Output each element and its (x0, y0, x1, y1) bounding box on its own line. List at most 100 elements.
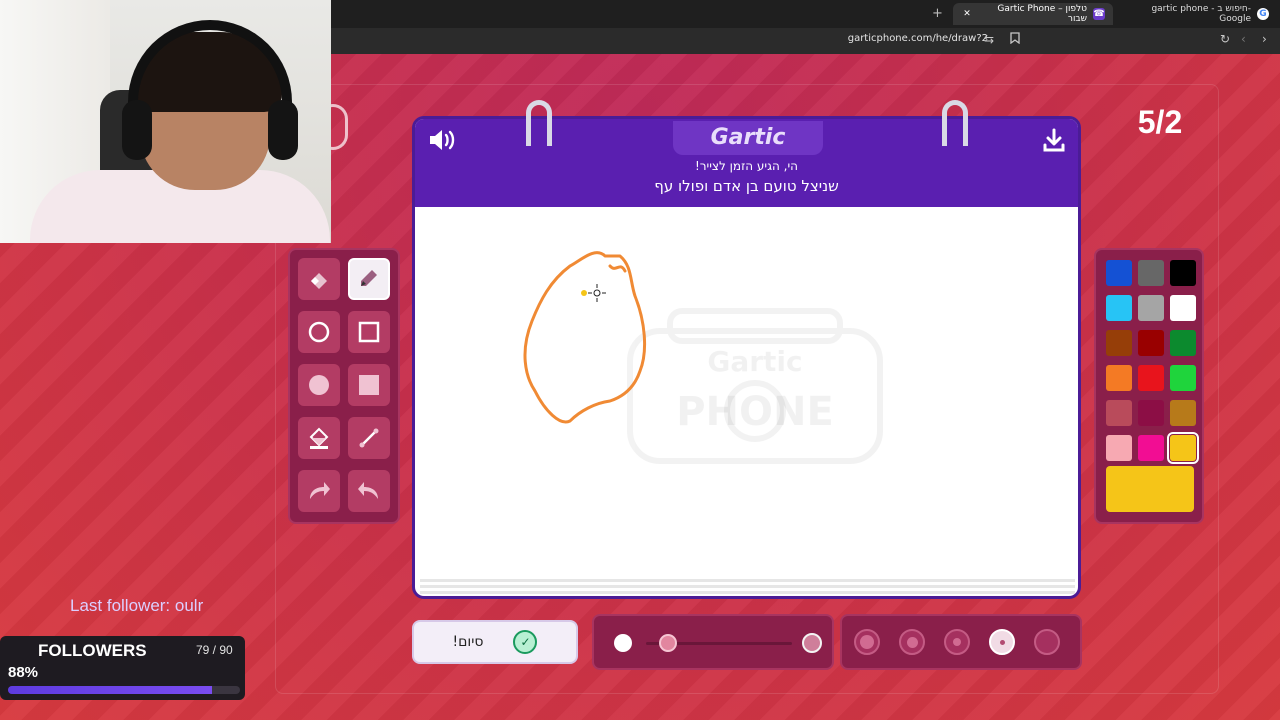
opacity-low-icon (614, 634, 632, 652)
back-icon[interactable]: ‹ (1241, 32, 1246, 46)
color-swatch[interactable] (1106, 295, 1132, 321)
rectangle-outline-tool-button[interactable] (348, 311, 390, 353)
reload-icon[interactable]: ↻ (1220, 32, 1230, 46)
undo-button[interactable] (348, 470, 390, 512)
brush-size-option[interactable] (854, 629, 880, 655)
check-icon: ✓ (513, 630, 538, 654)
rectangle-filled-tool-button[interactable] (348, 364, 390, 406)
redo-icon (310, 482, 330, 499)
done-button[interactable]: סיום! ✓ (412, 620, 578, 664)
line-icon (359, 428, 379, 448)
followers-label: FOLLOWERS (38, 641, 147, 660)
new-tab-button[interactable]: + (932, 6, 943, 21)
color-swatch[interactable] (1106, 330, 1132, 356)
color-swatch[interactable] (1170, 365, 1196, 391)
bookmark-icon[interactable] (1010, 32, 1020, 47)
color-swatch[interactable] (1138, 435, 1164, 461)
color-swatch[interactable] (1170, 400, 1196, 426)
watermark-text-top: Gartic (707, 345, 802, 378)
brush-dot (581, 290, 587, 296)
page-edge (420, 585, 1075, 588)
color-swatch[interactable] (1106, 400, 1132, 426)
headphone-ear-right (268, 100, 298, 160)
brush-size-dot (860, 635, 874, 649)
webcam-overlay (0, 0, 331, 243)
page-edge (420, 579, 1075, 582)
color-swatch[interactable] (1138, 260, 1164, 286)
paint-bucket-icon (309, 427, 329, 449)
tool-panel (288, 248, 400, 524)
opacity-thumb[interactable] (658, 634, 677, 652)
brush-size-dot (906, 636, 918, 648)
page-edge (420, 591, 1075, 594)
brush-size-option[interactable] (1034, 629, 1060, 655)
color-swatch[interactable] (1138, 365, 1164, 391)
line-tool-button[interactable] (348, 417, 390, 459)
redo-button[interactable] (298, 470, 340, 512)
brush-size-dot (999, 639, 1005, 645)
round-counter: 5/2 (1137, 104, 1183, 140)
brush-size-dot (953, 638, 961, 646)
drawing-canvas[interactable]: Gartic PHONE (420, 211, 1075, 577)
close-icon[interactable]: ✕ (961, 8, 973, 20)
followers-percent: 88% (8, 664, 39, 681)
google-favicon-icon: G (1257, 8, 1269, 20)
ellipse-outline-tool-button[interactable] (298, 311, 340, 353)
sound-icon[interactable] (427, 127, 461, 155)
notebook-ring-left (526, 100, 552, 146)
square-outline-icon (358, 321, 380, 343)
gartic-logo: Gartic (673, 121, 823, 155)
watermark-text-bottom: PHONE (676, 389, 834, 435)
color-swatch[interactable] (1138, 295, 1164, 321)
gartic-phone-watermark (627, 308, 883, 464)
tab-label: gartic phone - חיפוש ב-Google (1151, 4, 1251, 24)
forward-icon[interactable]: › (1262, 32, 1267, 46)
tab-gartic-phone[interactable]: ✕ Gartic Phone – טלפון שבור ☎ (953, 3, 1113, 25)
drawing-notebook: Gartic הי, הגיע הזמן לצייר! שניצל טועם ב… (412, 116, 1081, 599)
opacity-slider-panel (592, 614, 834, 670)
headphone-ear-left (122, 100, 152, 160)
brush-size-option[interactable] (989, 629, 1015, 655)
eraser-icon (311, 273, 327, 289)
pencil-icon (361, 270, 377, 286)
color-swatch[interactable] (1138, 400, 1164, 426)
circle-outline-icon (308, 321, 330, 343)
tab-google-search[interactable]: gartic phone - חיפוש ב-Google G (1117, 3, 1277, 25)
followers-count: 79 / 90 (196, 643, 233, 657)
last-follower-text: Last follower: oulr (70, 596, 204, 615)
opacity-high-icon (802, 633, 822, 653)
color-swatch[interactable] (1138, 330, 1164, 356)
color-swatch[interactable] (1106, 435, 1132, 461)
color-swatch[interactable] (1170, 260, 1196, 286)
download-icon[interactable] (1041, 127, 1071, 157)
ellipse-filled-tool-button[interactable] (298, 364, 340, 406)
fill-bucket-tool-button[interactable] (298, 417, 340, 459)
notebook-ring-right (942, 100, 968, 146)
brush-size-option[interactable] (944, 629, 970, 655)
color-swatch[interactable] (1167, 432, 1199, 464)
url-field[interactable]: garticphone.com/he/draw?2 (848, 33, 988, 44)
canvas-artwork: Gartic PHONE (523, 251, 883, 464)
color-swatch[interactable] (1106, 260, 1132, 286)
followers-progress-fill (8, 686, 213, 694)
color-swatch[interactable] (1170, 295, 1196, 321)
done-label: סיום! (452, 634, 484, 650)
gartic-favicon-icon: ☎ (1093, 8, 1105, 20)
pencil-tool-button[interactable] (348, 258, 390, 300)
site-settings-icon[interactable]: ⇆ (984, 32, 994, 46)
undo-icon (358, 482, 378, 499)
current-color-preview (1106, 466, 1194, 512)
followers-progress-track (8, 686, 240, 694)
color-palette (1094, 248, 1204, 524)
orange-stroke (523, 251, 646, 424)
color-swatch[interactable] (1170, 330, 1196, 356)
tab-label: Gartic Phone – טלפון שבור (997, 4, 1087, 24)
circle-filled-icon (309, 375, 329, 395)
brush-size-panel (840, 614, 1082, 670)
drawing-prompt: שניצל טועם בן אדם ופולו עף (654, 177, 839, 195)
square-filled-icon (359, 375, 379, 395)
color-swatch[interactable] (1106, 365, 1132, 391)
brush-size-option[interactable] (899, 629, 925, 655)
eraser-tool-button[interactable] (298, 258, 340, 300)
drawing-instruction: הי, הגיע הזמן לצייר! (694, 159, 799, 173)
